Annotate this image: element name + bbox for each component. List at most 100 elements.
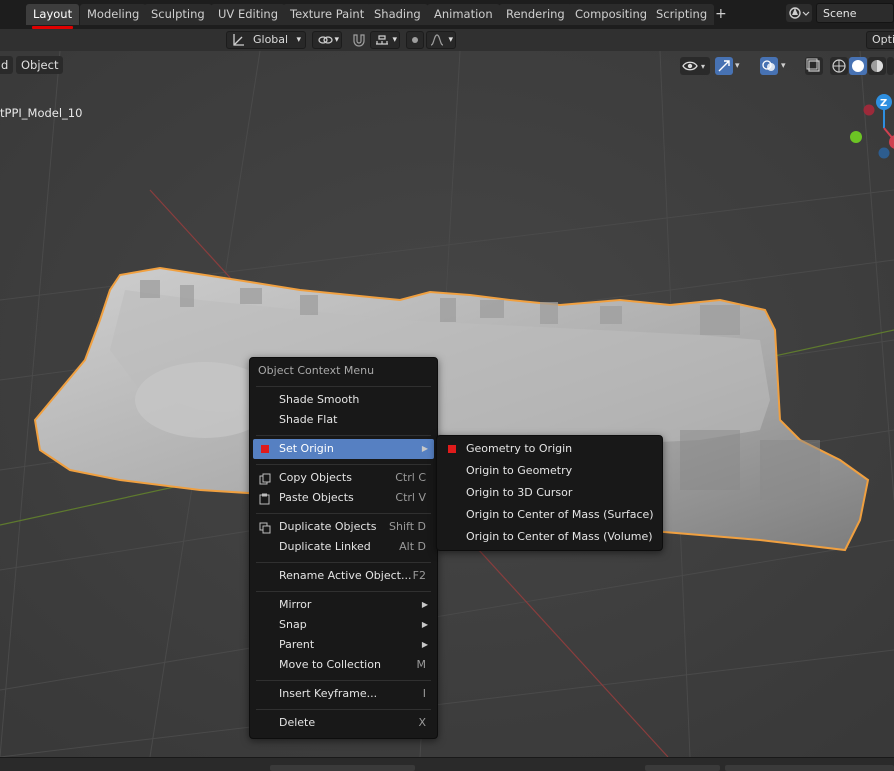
tab-compositing[interactable]: Compositing xyxy=(568,4,655,25)
gizmo-dropdown-chevron[interactable]: ▾ xyxy=(735,57,749,75)
add-workspace-button[interactable]: + xyxy=(710,4,732,25)
menu-item-mirror[interactable]: Mirror ▶ xyxy=(253,595,434,615)
submenu-item-origin-to-center-of-mass-surface[interactable]: Origin to Center of Mass (Surface) xyxy=(440,505,659,525)
menu-item-duplicate-objects[interactable]: Duplicate Objects Shift D xyxy=(253,517,434,537)
overlays-dropdown-chevron[interactable]: ▾ xyxy=(781,57,795,75)
chevron-down-icon: ▾ xyxy=(448,35,453,45)
menu-item-shortcut: Alt D xyxy=(399,540,426,553)
tab-rendering[interactable]: Rendering xyxy=(499,4,572,25)
tab-label: Rendering xyxy=(506,7,565,21)
navigation-gizmo[interactable]: Z xyxy=(840,90,894,162)
menu-item-duplicate-linked[interactable]: Duplicate Linked Alt D xyxy=(253,537,434,557)
workspace-tab-bar: Layout Modeling Sculpting UV Editing Tex… xyxy=(0,0,894,29)
snap-increment-icon xyxy=(374,32,390,53)
submenu-arrow-icon: ▶ xyxy=(421,600,428,609)
submenu-item-label: Origin to Center of Mass (Volume) xyxy=(466,530,653,543)
tab-label: UV Editing xyxy=(218,7,278,21)
tab-label: Sculpting xyxy=(151,7,205,21)
submenu-item-label: Origin to Center of Mass (Surface) xyxy=(466,508,654,521)
menu-item-label: Shade Flat xyxy=(279,413,338,426)
menu-item-paste-objects[interactable]: Paste Objects Ctrl V xyxy=(253,488,434,508)
menu-item-copy-objects[interactable]: Copy Objects Ctrl C xyxy=(253,468,434,488)
duplicate-icon xyxy=(259,521,271,534)
menu-item-shortcut: X xyxy=(418,716,426,729)
overlays-toggle[interactable] xyxy=(760,57,778,75)
menu-item-move-to-collection[interactable]: Move to Collection M xyxy=(253,655,434,675)
tool-settings-bar: Global ▾ ▾ ▾ ▾ Opti xyxy=(0,29,894,51)
object-menu[interactable]: Object xyxy=(16,56,64,74)
menu-item-label: Paste Objects xyxy=(279,491,354,504)
shading-solid[interactable] xyxy=(849,57,867,75)
visibility-dropdown[interactable]: ▾ xyxy=(680,57,710,75)
menu-item-label: Snap xyxy=(279,618,307,631)
menu-separator xyxy=(256,513,431,514)
paste-icon xyxy=(259,492,271,505)
submenu-item-label: Origin to 3D Cursor xyxy=(466,486,573,499)
menu-item-snap[interactable]: Snap ▶ xyxy=(253,615,434,635)
tab-shading[interactable]: Shading xyxy=(367,4,428,25)
neg-z-axis-handle[interactable] xyxy=(878,147,890,159)
tab-animation[interactable]: Animation xyxy=(427,4,500,25)
options-dropdown[interactable]: Opti xyxy=(866,31,894,49)
shading-material[interactable] xyxy=(868,57,886,75)
frame-field[interactable] xyxy=(645,765,720,771)
view-menu-partial[interactable]: d xyxy=(0,56,14,74)
y-axis-handle[interactable] xyxy=(850,131,862,143)
menu-separator xyxy=(256,464,431,465)
shading-wireframe[interactable] xyxy=(830,57,848,75)
transform-orientation-label: Global xyxy=(253,33,289,46)
submenu-arrow-icon: ▶ xyxy=(421,444,428,453)
tab-layout[interactable]: Layout xyxy=(26,4,80,29)
menu-item-delete[interactable]: Delete X xyxy=(253,713,434,733)
pivot-point-dropdown[interactable]: ▾ xyxy=(312,31,342,49)
scene-selector-icon[interactable] xyxy=(786,4,812,22)
menu-item-label: Rename Active Object... xyxy=(279,569,412,582)
tab-scripting[interactable]: Scripting xyxy=(649,4,715,25)
menu-item-label: Set Origin xyxy=(279,442,334,455)
orientation-axes-icon xyxy=(231,32,245,53)
xray-toggle[interactable] xyxy=(805,57,823,75)
tab-label: Layout xyxy=(33,7,73,21)
shading-rendered[interactable] xyxy=(887,57,894,75)
menu-item-shade-smooth[interactable]: Shade Smooth xyxy=(253,390,434,410)
submenu-item-origin-to-3d-cursor[interactable]: Origin to 3D Cursor xyxy=(440,483,659,503)
submenu-arrow-icon: ▶ xyxy=(421,640,428,649)
snap-target-dropdown[interactable]: ▾ xyxy=(370,31,400,49)
menu-item-shade-flat[interactable]: Shade Flat xyxy=(253,410,434,430)
menu-separator xyxy=(256,709,431,710)
scene-name-field[interactable]: Scene xyxy=(816,3,894,23)
timeline-header xyxy=(0,757,894,771)
frame-range-field[interactable] xyxy=(725,765,894,771)
playback-controls[interactable] xyxy=(270,765,415,771)
menu-item-parent[interactable]: Parent ▶ xyxy=(253,635,434,655)
menu-separator xyxy=(256,680,431,681)
snap-toggle[interactable] xyxy=(348,31,368,49)
x-axis-handle[interactable] xyxy=(889,135,894,149)
gizmo-toggle[interactable] xyxy=(715,57,733,75)
menu-item-set-origin[interactable]: Set Origin ▶ xyxy=(253,439,434,459)
submenu-arrow-icon: ▶ xyxy=(421,620,428,629)
overlays-icon xyxy=(762,60,775,71)
tab-sculpting[interactable]: Sculpting xyxy=(144,4,212,25)
submenu-item-origin-to-geometry[interactable]: Origin to Geometry xyxy=(440,461,659,481)
falloff-dropdown[interactable]: ▾ xyxy=(426,31,456,49)
menu-item-insert-keyframe[interactable]: Insert Keyframe... I xyxy=(253,684,434,704)
submenu-item-origin-to-center-of-mass-volume[interactable]: Origin to Center of Mass (Volume) xyxy=(440,527,659,547)
transform-orientation-dropdown[interactable]: Global ▾ xyxy=(226,31,306,49)
tab-label: Scripting xyxy=(656,7,708,21)
set-origin-submenu: Geometry to Origin Origin to Geometry Or… xyxy=(436,435,663,551)
tab-modeling[interactable]: Modeling xyxy=(80,4,147,25)
menu-item-label: Parent xyxy=(279,638,315,651)
menu-item-label: Move to Collection xyxy=(279,658,381,671)
proportional-edit-toggle[interactable] xyxy=(406,31,424,49)
tab-texture-paint[interactable]: Texture Paint xyxy=(283,4,372,25)
menu-item-rename-active-object[interactable]: Rename Active Object... F2 xyxy=(253,566,434,586)
wireframe-sphere-icon xyxy=(832,59,846,73)
neg-x-axis-handle[interactable] xyxy=(863,104,875,116)
tab-uv-editing[interactable]: UV Editing xyxy=(211,4,285,25)
menu-separator xyxy=(256,435,431,436)
tab-label: Shading xyxy=(374,7,421,21)
viewport-canvas[interactable] xyxy=(0,51,894,757)
submenu-item-geometry-to-origin[interactable]: Geometry to Origin xyxy=(440,439,659,459)
gizmo-icon xyxy=(718,60,730,72)
